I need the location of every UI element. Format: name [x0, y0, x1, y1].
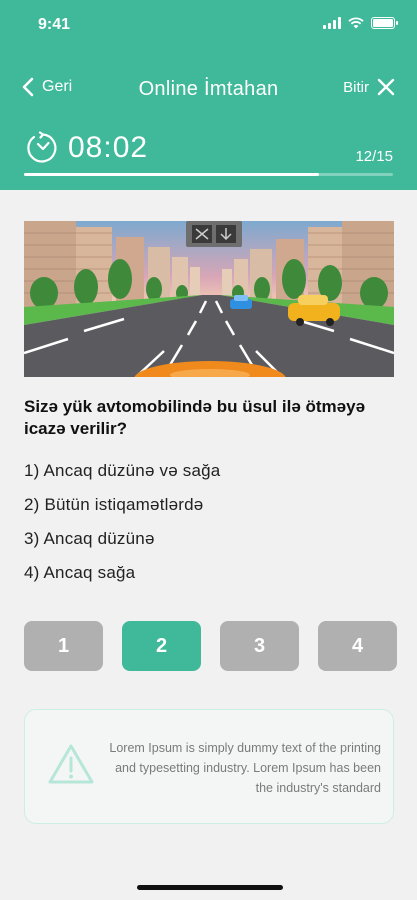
nav-bar: Geri Online İmtahan Bitir	[0, 68, 417, 112]
answer-option-2: 2) Bütün istiqamətlərdə	[24, 495, 204, 514]
status-icons	[323, 17, 398, 29]
question-image	[24, 221, 394, 377]
finish-button[interactable]: Bitir	[343, 78, 395, 96]
info-card: Lorem Ipsum is simply dummy text of the …	[24, 709, 394, 824]
progress-bar-fill	[24, 173, 320, 176]
status-bar: 9:41	[0, 0, 417, 48]
progress-bar	[24, 173, 393, 176]
answer-choice-buttons: 1 2 3 4	[24, 621, 397, 671]
answer-option-1: 1) Ancaq düzünə və sağa	[24, 461, 221, 480]
answer-option-3: 3) Ancaq düzünə	[24, 529, 155, 548]
clock-icon	[27, 131, 57, 163]
info-text: Lorem Ipsum is simply dummy text of the …	[109, 741, 381, 795]
app-header: 9:41 Geri Online İmtahan Bitir 08:02 12/…	[0, 0, 417, 190]
battery-icon	[371, 17, 398, 29]
warning-icon	[48, 744, 94, 784]
status-time: 9:41	[38, 16, 71, 33]
cellular-signal-icon	[323, 17, 341, 29]
choice-button-1[interactable]: 1	[24, 621, 103, 671]
home-indicator[interactable]	[137, 885, 283, 890]
question-progress: 12/15	[355, 148, 393, 165]
close-icon	[377, 78, 395, 96]
wifi-icon	[348, 17, 364, 29]
timer: 08:02	[26, 131, 148, 165]
choice-button-2[interactable]: 2	[122, 621, 201, 671]
timer-value: 08:02	[68, 131, 149, 164]
question-text: Sizə yük avtomobilində bu üsul ilə ötməy…	[24, 397, 366, 438]
answer-option-4: 4) Ancaq sağa	[24, 563, 136, 582]
choice-button-3[interactable]: 3	[220, 621, 299, 671]
choice-button-4[interactable]: 4	[318, 621, 397, 671]
finish-label: Bitir	[343, 78, 369, 96]
answer-list: 1) Ancaq düzünə və sağa 2) Bütün istiqam…	[24, 458, 220, 594]
